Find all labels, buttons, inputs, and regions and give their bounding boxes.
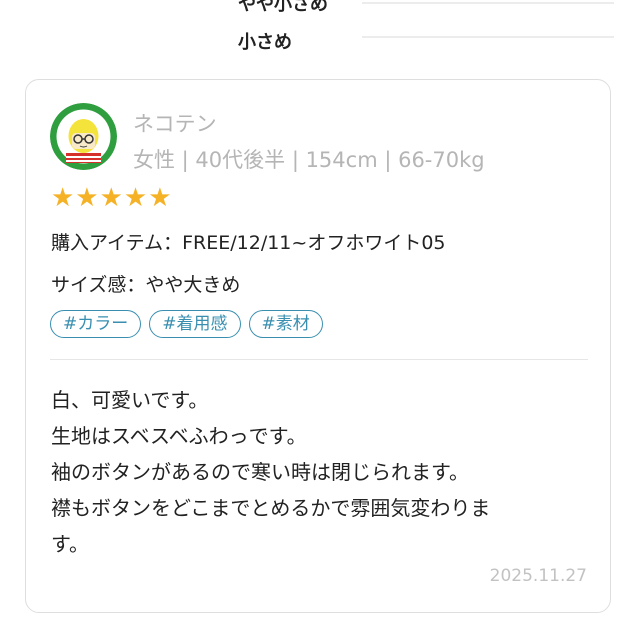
user-avatar[interactable] bbox=[50, 103, 117, 170]
review-body-line: 白、可愛いです。 bbox=[51, 388, 209, 412]
review-body-line: 襟もボタンをどこまでとめるかで雰囲気変わりま bbox=[51, 496, 491, 520]
tag-material[interactable]: #素材 bbox=[248, 310, 323, 338]
size-option-divider bbox=[362, 36, 614, 38]
tag-color[interactable]: #カラー bbox=[50, 310, 142, 338]
tag-wear-feel[interactable]: #着用感 bbox=[149, 310, 241, 338]
size-option-divider bbox=[362, 2, 614, 4]
review-tags: #カラー #着用感 #素材 bbox=[50, 310, 323, 338]
user-name[interactable]: ネコテン bbox=[133, 108, 217, 138]
review-divider bbox=[50, 359, 588, 360]
user-profile: 女性 | 40代後半 | 154cm | 66-70kg bbox=[133, 148, 485, 172]
review-body-line: す。 bbox=[51, 532, 89, 556]
size-fit: サイズ感：やや大きめ bbox=[51, 274, 241, 296]
review-date: 2025.11.27 bbox=[489, 566, 587, 586]
review-body-line: 袖のボタンがあるので寒い時は閉じられます。 bbox=[51, 460, 469, 484]
purchased-item: 購入アイテム：FREE/12/11~オフホワイト05 bbox=[51, 232, 446, 254]
size-option-small: 小さめ bbox=[238, 32, 292, 53]
size-option-slightly-small: やや小さめ bbox=[238, 0, 328, 15]
star-rating: ★★★★★ bbox=[51, 183, 173, 213]
review-body-line: 生地はスベスベふわっです。 bbox=[51, 424, 307, 448]
review-body: 白、可愛いです。 生地はスベスベふわっです。 袖のボタンがあるので寒い時は閉じら… bbox=[51, 382, 591, 562]
avatar-icon bbox=[50, 103, 117, 170]
